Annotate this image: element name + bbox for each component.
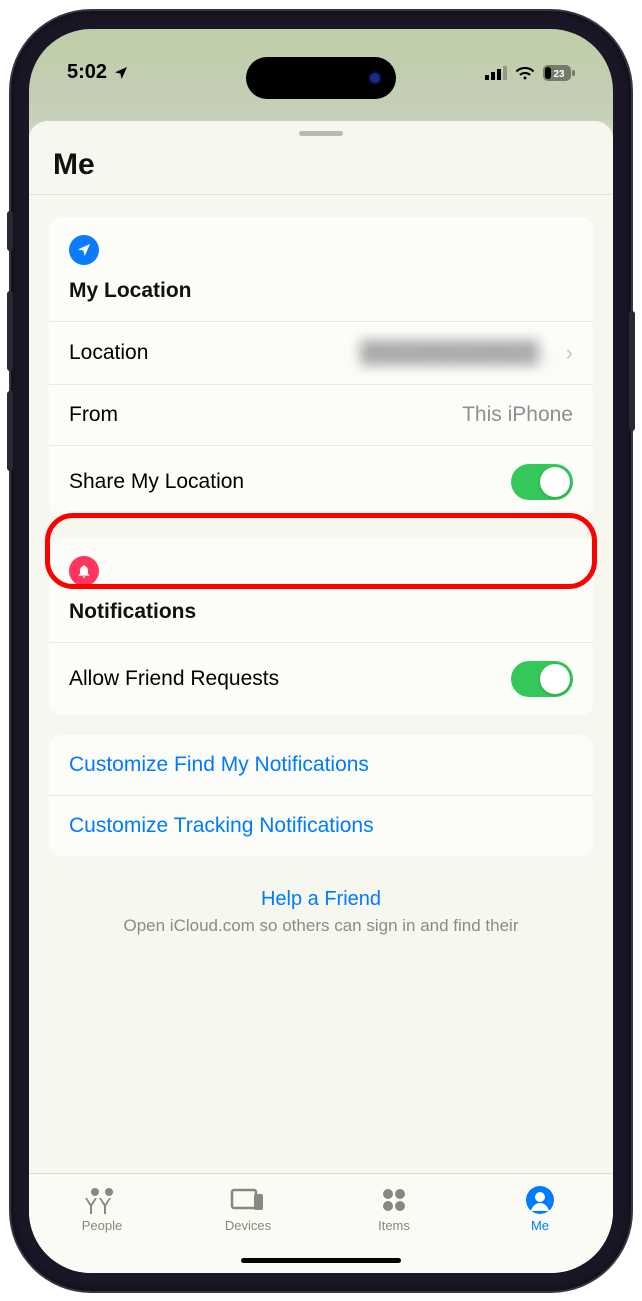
chevron-right-icon: › <box>566 340 573 366</box>
my-location-card: My Location Location ████████████… › Fro… <box>49 217 593 518</box>
location-label: Location <box>69 341 148 365</box>
page-title: Me <box>53 148 589 182</box>
tab-devices[interactable]: Devices <box>175 1186 321 1233</box>
customize-findmy-row[interactable]: Customize Find My Notifications <box>49 735 593 795</box>
share-my-location-row: Share My Location <box>49 445 593 518</box>
side-button <box>7 211 13 251</box>
from-label: From <box>69 403 118 427</box>
tab-devices-label: Devices <box>225 1218 271 1233</box>
volume-up-button <box>7 291 13 371</box>
customize-findmy-link: Customize Find My Notifications <box>69 753 369 776</box>
power-button <box>629 311 635 431</box>
location-value: ████████████… <box>360 341 560 365</box>
tab-items[interactable]: Items <box>321 1186 467 1233</box>
phone-frame: 5:02 23 Me <box>11 11 631 1291</box>
from-value: This iPhone <box>462 403 573 427</box>
customize-tracking-row[interactable]: Customize Tracking Notifications <box>49 795 593 856</box>
sheet-header: Me <box>29 144 613 194</box>
person-circle-icon <box>526 1186 554 1214</box>
svg-text:23: 23 <box>553 69 565 80</box>
allow-friend-requests-toggle[interactable] <box>511 661 573 697</box>
items-icon <box>380 1186 408 1214</box>
notification-links-card: Customize Find My Notifications Customiz… <box>49 735 593 856</box>
tab-me[interactable]: Me <box>467 1186 613 1233</box>
notifications-card: Notifications Allow Friend Requests <box>49 538 593 715</box>
location-row[interactable]: Location ████████████… › <box>49 321 593 384</box>
home-indicator[interactable] <box>241 1258 401 1263</box>
bell-icon <box>69 556 99 586</box>
people-icon <box>84 1186 120 1214</box>
tab-people-label: People <box>82 1218 122 1233</box>
location-icon <box>113 65 129 81</box>
camera-dot <box>368 71 382 85</box>
screen: 5:02 23 Me <box>29 29 613 1273</box>
status-time: 5:02 <box>67 61 107 84</box>
wifi-icon <box>515 66 535 80</box>
volume-down-button <box>7 391 13 471</box>
help-a-friend-subtitle: Open iCloud.com so others can sign in an… <box>123 916 518 935</box>
share-my-location-toggle[interactable] <box>511 464 573 500</box>
tab-me-label: Me <box>531 1218 549 1233</box>
my-location-title: My Location <box>69 279 573 303</box>
customize-tracking-link: Customize Tracking Notifications <box>69 814 374 837</box>
battery-icon: 23 <box>543 65 575 81</box>
allow-friend-requests-label: Allow Friend Requests <box>69 667 279 691</box>
location-arrow-icon <box>69 235 99 265</box>
content: My Location Location ████████████… › Fro… <box>29 195 613 1273</box>
cellular-icon <box>485 66 507 80</box>
from-row[interactable]: From This iPhone <box>49 384 593 445</box>
dynamic-island <box>246 57 396 99</box>
allow-friend-requests-row: Allow Friend Requests <box>49 642 593 715</box>
devices-icon <box>230 1186 266 1214</box>
sheet-grabber[interactable] <box>299 131 343 136</box>
help-a-friend-area: Help a Friend Open iCloud.com so others … <box>49 876 593 937</box>
tab-people[interactable]: People <box>29 1186 175 1233</box>
help-a-friend-link[interactable]: Help a Friend <box>79 888 563 911</box>
tab-bar: People Devices Items Me <box>29 1173 613 1273</box>
me-sheet: Me My Location Location ██████████ <box>29 121 613 1273</box>
tab-items-label: Items <box>378 1218 410 1233</box>
notifications-title: Notifications <box>69 600 573 624</box>
share-my-location-label: Share My Location <box>69 470 244 494</box>
